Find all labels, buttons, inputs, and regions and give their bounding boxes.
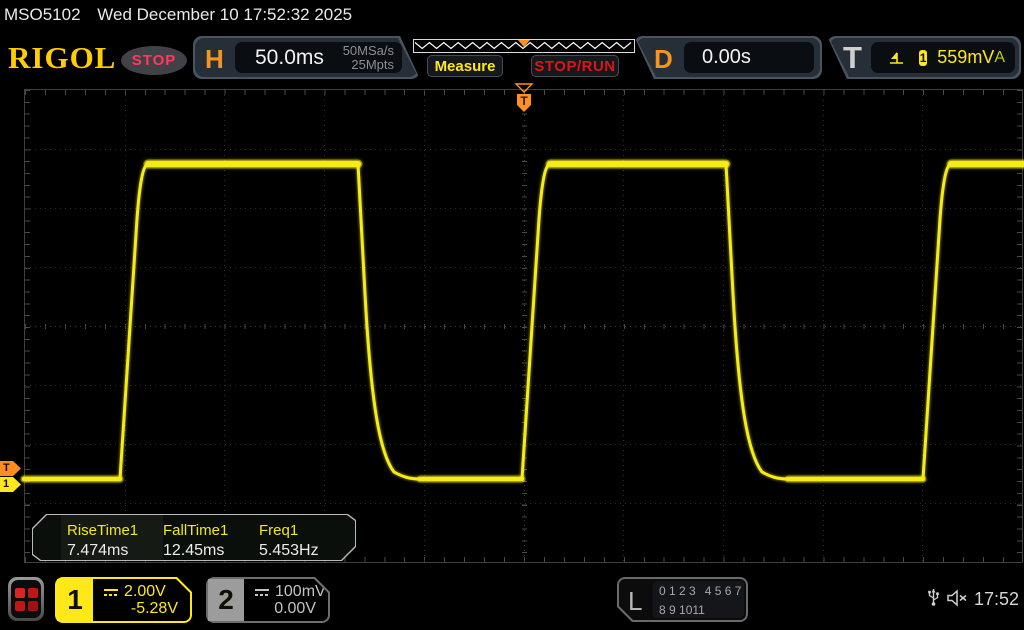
graticule (24, 89, 1023, 563)
trigger-level-marker[interactable]: T (0, 461, 21, 476)
measurement-item: FallTime1 12.45ms (163, 515, 228, 560)
horizontal-panel-body: H 50.0ms 50MSa/s 25Mpts (195, 38, 418, 77)
measurement-panel[interactable]: RiseTime1 7.474ms FallTime1 12.45ms Freq… (32, 514, 356, 561)
measurement-value: 5.453Hz (259, 542, 319, 560)
trigger-panel[interactable]: T 1 559mV A (827, 36, 1021, 79)
acquisition-info: 50MSa/s 25Mpts (343, 44, 394, 72)
svg-text:T: T (520, 94, 528, 108)
digital-label: L (628, 586, 642, 617)
run-state-badge: STOP (121, 46, 187, 75)
trigger-label: T (843, 40, 862, 76)
measurement-value: 7.474ms (67, 542, 138, 560)
delay-panel-body: D 0.00s (636, 38, 820, 77)
horizontal-label: H (205, 44, 224, 75)
preview-position-marker[interactable] (518, 40, 530, 47)
channel1-offset: -5.28V (131, 600, 178, 618)
timebase-value: 50.0ms (255, 46, 324, 70)
timebase-box: 50.0ms 50MSa/s 25Mpts (235, 42, 402, 73)
delay-label: D (654, 44, 673, 75)
gridline-horizontal (25, 267, 1022, 268)
channel2-number: 2 (208, 579, 244, 621)
measurement-item: RiseTime1 7.474ms (67, 515, 138, 560)
stop-run-button[interactable]: STOP/RUN (531, 55, 619, 77)
channel2-scale: 100mV (275, 583, 326, 601)
trigger-panel-body: T 1 559mV A (829, 38, 1019, 77)
delay-panel[interactable]: D 0.00s (634, 36, 822, 79)
measurement-label: FallTime1 (163, 522, 228, 539)
channel1-number: 1 (57, 579, 93, 621)
trigger-position-marker[interactable]: T (514, 83, 534, 113)
gridline-horizontal (25, 444, 1022, 445)
channel1-box[interactable]: 1 2.00V -5.28V (55, 577, 192, 623)
datetime-label: Wed December 10 17:52:32 2025 (97, 5, 352, 24)
measurement-value: 12.45ms (163, 542, 228, 560)
channel2-box[interactable]: 2 100mV 0.00V (206, 577, 330, 623)
trigger-mode: A (994, 49, 1005, 67)
channel1-scale: 2.00V (124, 583, 166, 601)
gridline-horizontal (25, 208, 1022, 209)
sample-rate: 50MSa/s (343, 43, 394, 58)
oscilloscope-screen: MSO5102 Wed December 10 17:52:32 2025 RI… (0, 0, 1024, 630)
dc-coupling-icon (103, 586, 119, 598)
horizontal-panel[interactable]: H 50.0ms 50MSa/s 25Mpts (193, 36, 420, 79)
measure-button[interactable]: Measure (427, 55, 503, 77)
digital-row: 8 9 101112131415 (659, 601, 744, 630)
measurement-label: RiseTime1 (67, 522, 138, 539)
gridline-horizontal (25, 503, 1022, 504)
gridline-horizontal (25, 326, 1022, 327)
trigger-rising-edge-icon (887, 50, 905, 66)
gridline-horizontal (25, 385, 1022, 386)
grid-menu-icon[interactable] (8, 577, 44, 621)
clock-label: 17:52 (974, 589, 1019, 610)
trigger-level-value: 559mV (937, 47, 994, 68)
digital-channel-numbers: 0 1 2 34 5 6 7 8 9 101112131415 (653, 581, 744, 618)
gridline-horizontal (25, 149, 1022, 150)
memory-depth: 25Mpts (351, 57, 394, 72)
dc-coupling-icon (254, 586, 270, 598)
digital-channels-box[interactable]: L 0 1 2 34 5 6 7 8 9 101112131415 (617, 577, 748, 622)
trigger-source-badge: 1 (919, 50, 927, 66)
usb-icon (927, 586, 940, 607)
measurement-item: Freq1 5.453Hz (259, 515, 319, 560)
status-bar: MSO5102 Wed December 10 17:52:32 2025 (0, 0, 1024, 30)
channel2-offset: 0.00V (274, 600, 316, 618)
measurement-panel-body: RiseTime1 7.474ms FallTime1 12.45ms Freq… (33, 515, 355, 560)
channel1-ground-marker[interactable]: 1 (0, 477, 21, 492)
speaker-muted-icon (946, 589, 970, 607)
digital-row: 0 1 2 34 5 6 7 (659, 582, 744, 601)
model-label: MSO5102 (4, 5, 81, 24)
delay-value: 0.00s (702, 46, 751, 69)
waveform-preview-strip[interactable] (413, 39, 635, 53)
rigol-logo: RIGOL (8, 40, 116, 76)
measurement-label: Freq1 (259, 522, 319, 539)
